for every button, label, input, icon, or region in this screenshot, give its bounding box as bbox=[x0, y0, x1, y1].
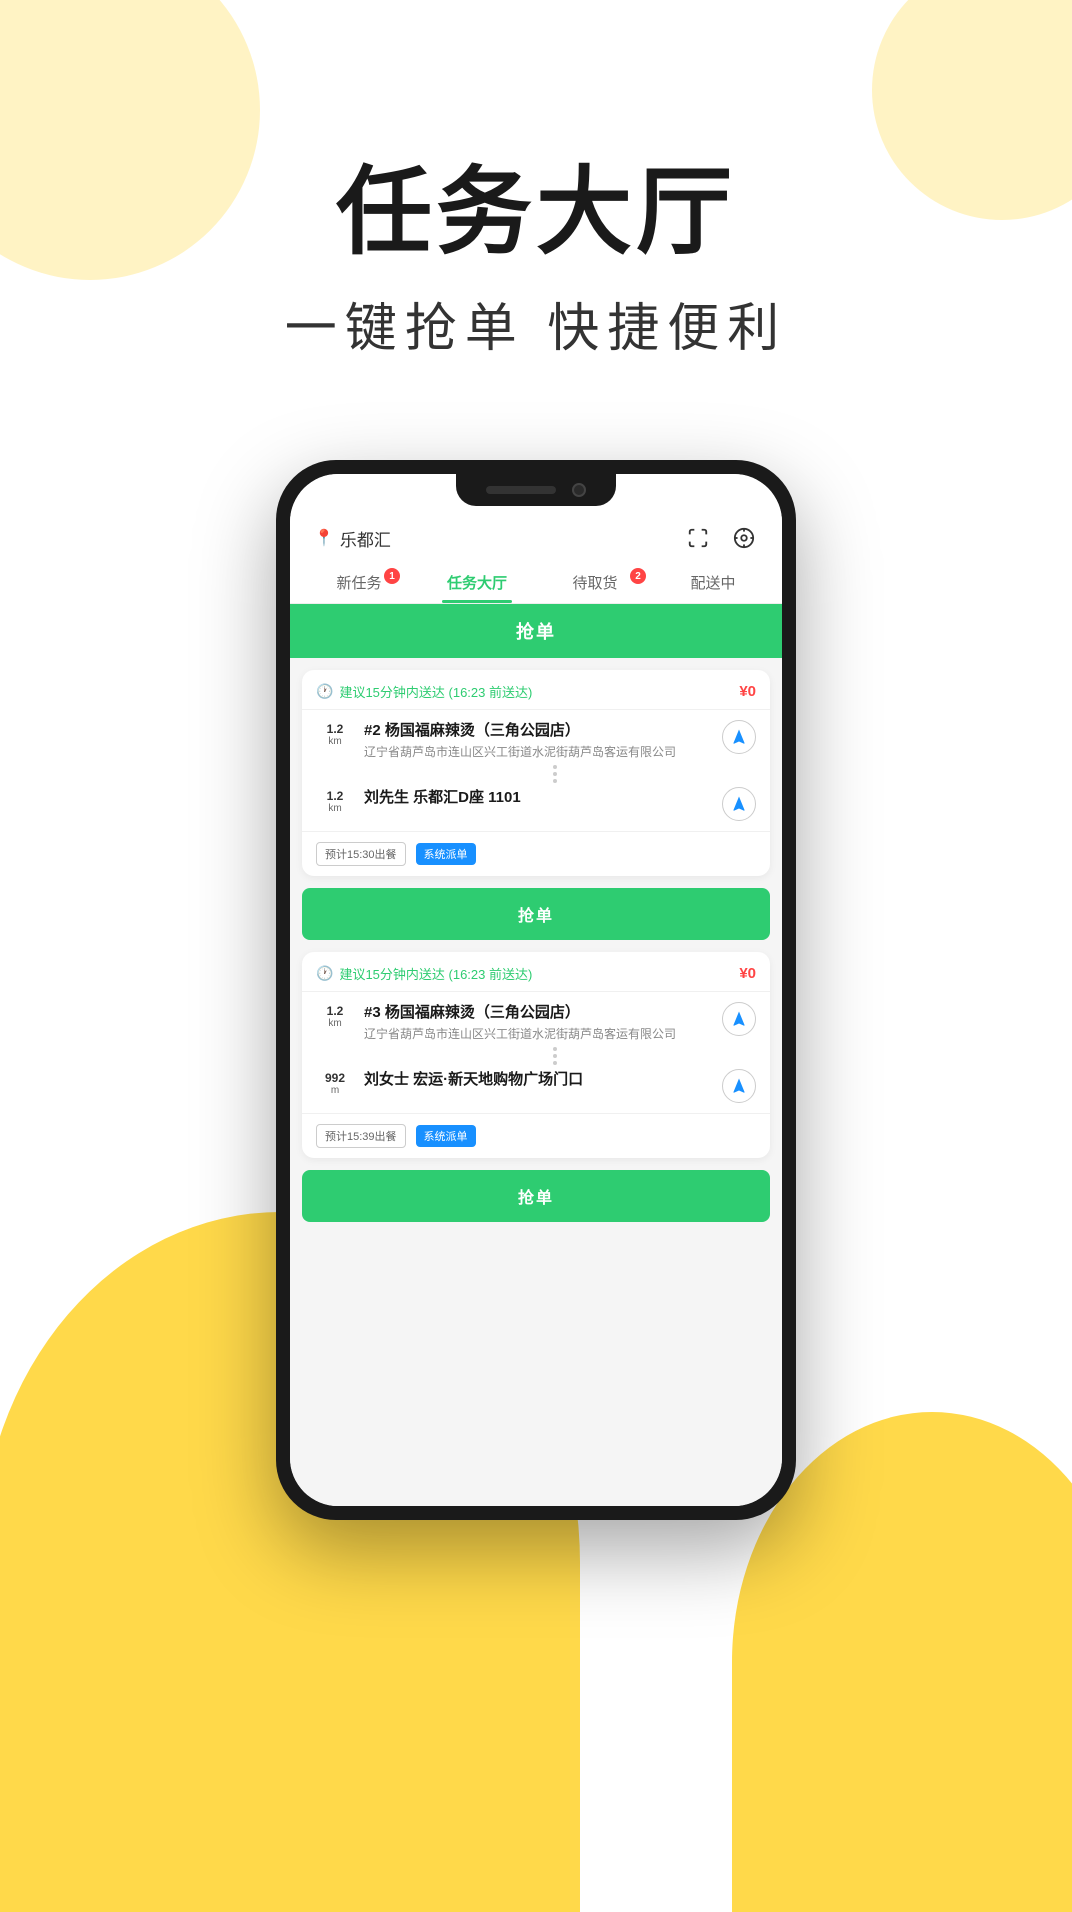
tab-delivering-label: 配送中 bbox=[690, 575, 735, 592]
order-2-stop-2-distance: 992m bbox=[316, 1069, 354, 1097]
target-icon[interactable] bbox=[730, 524, 758, 552]
sub-title: 一键抢单 快捷便利 bbox=[0, 286, 1072, 361]
divider-dot-4 bbox=[553, 1047, 557, 1051]
phone-notch bbox=[456, 474, 616, 506]
tab-new-task-label: 新任务 bbox=[336, 575, 381, 592]
expand-icon[interactable] bbox=[684, 524, 712, 552]
divider-dot-2 bbox=[553, 772, 557, 776]
order-1-stop-1-nav-btn[interactable] bbox=[722, 720, 756, 754]
order-1-footer: 预计15:30出餐 系统派单 bbox=[302, 831, 770, 876]
order-1-stop-2-nav-btn[interactable] bbox=[722, 787, 756, 821]
clock-icon-1: 🕐 bbox=[316, 683, 333, 700]
order-1-stop-1-info: #2 杨国福麻辣烫（三角公园店） 辽宁省葫芦岛市连山区兴工街道水泥街葫芦岛客运有… bbox=[364, 720, 712, 761]
clock-icon-2: 🕐 bbox=[316, 965, 333, 982]
order-1-stop-1-address: 辽宁省葫芦岛市连山区兴工街道水泥街葫芦岛客运有限公司 bbox=[364, 744, 712, 761]
order-2-stop-1: 1.2km #3 杨国福麻辣烫（三角公园店） 辽宁省葫芦岛市连山区兴工街道水泥街… bbox=[302, 992, 770, 1053]
divider-dot-1 bbox=[553, 765, 557, 769]
divider-dot-5 bbox=[553, 1054, 557, 1058]
grab-btn-1[interactable]: 抢单 bbox=[302, 888, 770, 940]
tab-pending-pickup-label: 待取货 bbox=[572, 575, 617, 592]
order-2-time-text: 建议15分钟内送达 (16:23 前送达) bbox=[339, 964, 532, 983]
tab-task-hall-label: 任务大厅 bbox=[447, 575, 507, 592]
order-1-stop-1-distance: 1.2km bbox=[316, 720, 354, 748]
tabs-row: 新任务 1 任务大厅 待取货 2 配送中 bbox=[290, 552, 782, 604]
order-2-stop-2-name: 刘女士 宏运·新天地购物广场门口 bbox=[364, 1069, 712, 1090]
location-text: 乐都汇 bbox=[340, 526, 391, 551]
header-icons bbox=[684, 524, 758, 552]
order-1-tag-time: 预计15:30出餐 bbox=[316, 842, 406, 866]
tab-pending-pickup[interactable]: 待取货 2 bbox=[536, 564, 654, 603]
phone-outer: 📍 乐都汇 bbox=[276, 460, 796, 1520]
grab-btn-2[interactable]: 抢单 bbox=[302, 1170, 770, 1222]
order-2-stop-1-nav-btn[interactable] bbox=[722, 1002, 756, 1036]
notch-camera bbox=[572, 483, 586, 497]
order-card-2: 🕐 建议15分钟内送达 (16:23 前送达) ¥0 1.2km #3 杨国福麻… bbox=[302, 952, 770, 1158]
order-2-stop-2-nav-btn[interactable] bbox=[722, 1069, 756, 1103]
order-1-stop-1-unit: km bbox=[316, 736, 354, 748]
notch-speaker bbox=[486, 486, 556, 494]
grab-btn-top[interactable]: 抢单 bbox=[290, 604, 782, 658]
order-2-stop-2: 992m 刘女士 宏运·新天地购物广场门口 bbox=[302, 1059, 770, 1113]
order-2-stop-1-name: #3 杨国福麻辣烫（三角公园店） bbox=[364, 1002, 712, 1023]
tab-new-task[interactable]: 新任务 1 bbox=[300, 564, 418, 603]
order-2-tag-system: 系统派单 bbox=[416, 1125, 476, 1147]
order-card-1-header: 🕐 建议15分钟内送达 (16:23 前送达) ¥0 bbox=[302, 670, 770, 710]
divider-dot-6 bbox=[553, 1061, 557, 1065]
main-title: 任务大厅 bbox=[0, 160, 1072, 266]
order-card-1: 🕐 建议15分钟内送达 (16:23 前送达) ¥0 1.2km #2 杨国福麻… bbox=[302, 670, 770, 876]
phone-screen: 📍 乐都汇 bbox=[290, 474, 782, 1506]
order-1-stop-2-info: 刘先生 乐都汇D座 1101 bbox=[364, 787, 712, 808]
order-2-stop-2-unit: m bbox=[316, 1085, 354, 1097]
orders-container: 🕐 建议15分钟内送达 (16:23 前送达) ¥0 1.2km #2 杨国福麻… bbox=[290, 658, 782, 1506]
order-1-price: ¥0 bbox=[739, 683, 756, 700]
divider-dot-3 bbox=[553, 779, 557, 783]
location-row: 📍 乐都汇 bbox=[314, 526, 391, 551]
order-1-tag-system: 系统派单 bbox=[416, 843, 476, 865]
order-1-time-suggestion: 🕐 建议15分钟内送达 (16:23 前送达) bbox=[316, 682, 532, 701]
order-2-footer: 预计15:39出餐 系统派单 bbox=[302, 1113, 770, 1158]
tab-delivering[interactable]: 配送中 bbox=[654, 564, 772, 603]
tab-pending-pickup-badge: 2 bbox=[630, 568, 646, 584]
order-1-stop-2: 1.2km 刘先生 乐都汇D座 1101 bbox=[302, 777, 770, 831]
order-2-price: ¥0 bbox=[739, 965, 756, 982]
order-1-time-text: 建议15分钟内送达 (16:23 前送达) bbox=[339, 682, 532, 701]
order-2-stop-2-info: 刘女士 宏运·新天地购物广场门口 bbox=[364, 1069, 712, 1090]
order-2-stop-1-unit: km bbox=[316, 1018, 354, 1030]
order-1-stop-2-unit: km bbox=[316, 803, 354, 815]
order-2-stop-1-info: #3 杨国福麻辣烫（三角公园店） 辽宁省葫芦岛市连山区兴工街道水泥街葫芦岛客运有… bbox=[364, 1002, 712, 1043]
location-icon: 📍 bbox=[314, 528, 334, 548]
order-2-tag-time: 预计15:39出餐 bbox=[316, 1124, 406, 1148]
header-section: 任务大厅 一键抢单 快捷便利 bbox=[0, 160, 1072, 361]
order-2-time-suggestion: 🕐 建议15分钟内送达 (16:23 前送达) bbox=[316, 964, 532, 983]
phone-mockup: 📍 乐都汇 bbox=[276, 460, 796, 1520]
tab-new-task-badge: 1 bbox=[384, 568, 400, 584]
order-1-stop-2-distance: 1.2km bbox=[316, 787, 354, 815]
order-1-stop-1: 1.2km #2 杨国福麻辣烫（三角公园店） 辽宁省葫芦岛市连山区兴工街道水泥街… bbox=[302, 710, 770, 771]
tab-task-hall[interactable]: 任务大厅 bbox=[418, 564, 536, 603]
order-1-stop-1-name: #2 杨国福麻辣烫（三角公园店） bbox=[364, 720, 712, 741]
order-card-2-header: 🕐 建议15分钟内送达 (16:23 前送达) ¥0 bbox=[302, 952, 770, 992]
order-2-stop-1-address: 辽宁省葫芦岛市连山区兴工街道水泥街葫芦岛客运有限公司 bbox=[364, 1026, 712, 1043]
order-1-stop-2-name: 刘先生 乐都汇D座 1101 bbox=[364, 787, 712, 808]
order-2-stop-1-distance: 1.2km bbox=[316, 1002, 354, 1030]
